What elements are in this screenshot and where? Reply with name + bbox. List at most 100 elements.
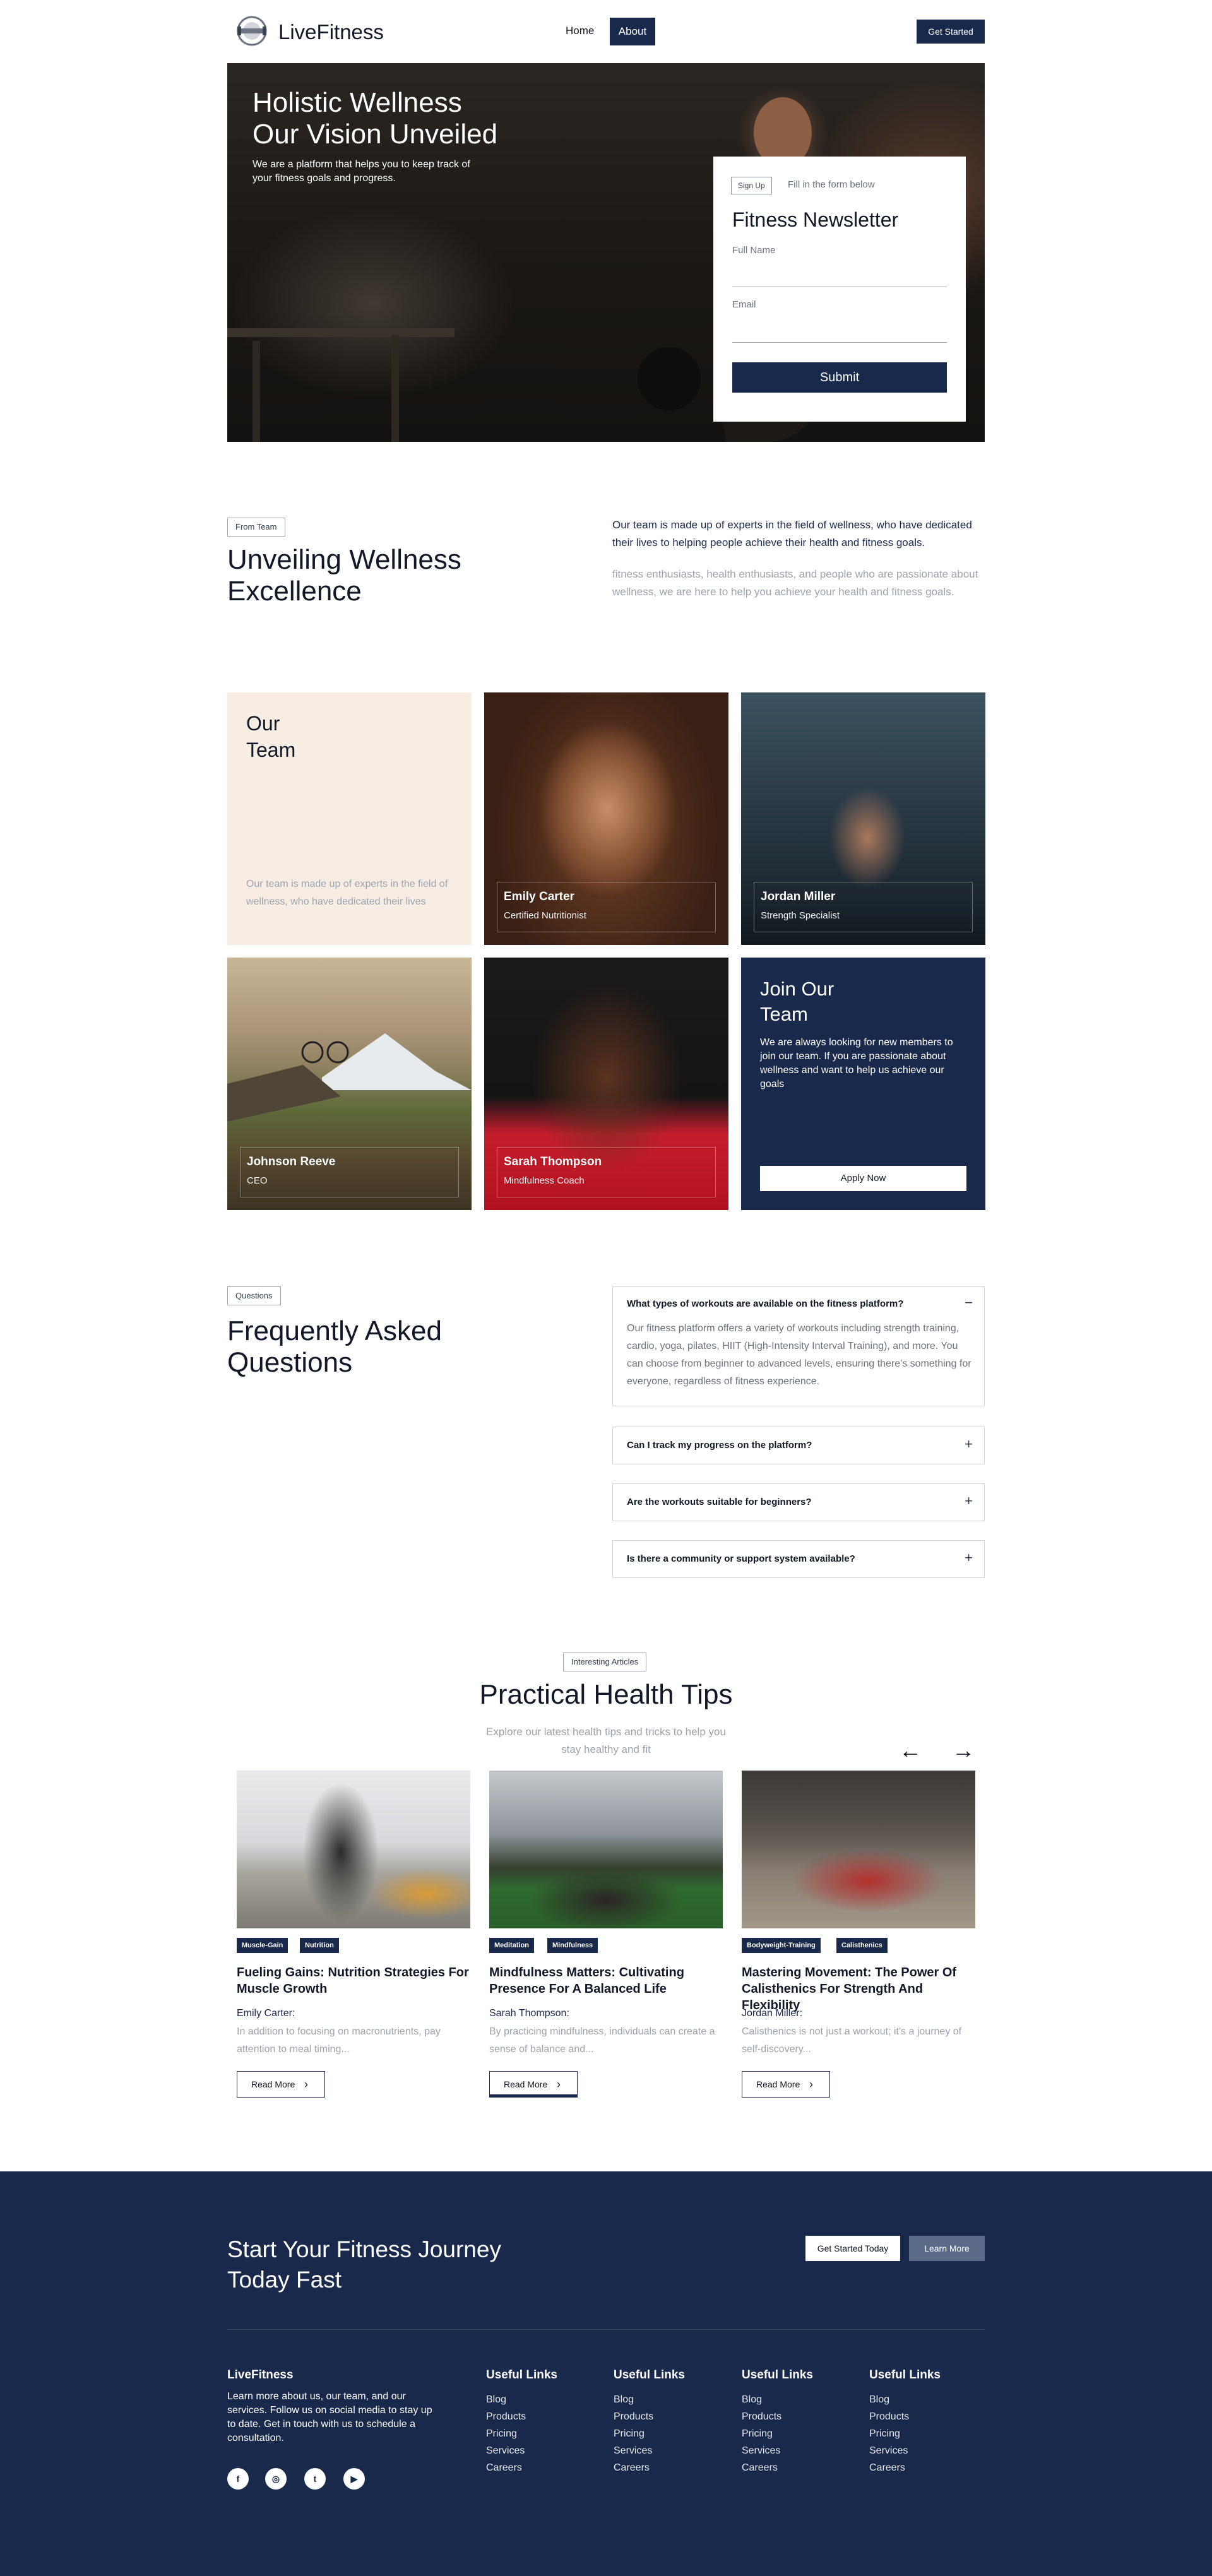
article-tag[interactable]: Bodyweight-Training bbox=[742, 1938, 821, 1953]
footer: Start Your Fitness Journey Today Fast Ge… bbox=[0, 2171, 1212, 2576]
faq-item-expanded[interactable]: What types of workouts are available on … bbox=[612, 1286, 985, 1406]
footer-link-column: Useful Links Blog Products Pricing Servi… bbox=[486, 2368, 593, 2476]
footer-link-careers[interactable]: Careers bbox=[614, 2459, 721, 2476]
footer-link-column: Useful Links Blog Products Pricing Servi… bbox=[614, 2368, 721, 2476]
hero-title: Holistic Wellness Our Vision Unveiled bbox=[252, 87, 530, 150]
article-card[interactable]: Muscle-Gain Nutrition Fueling Gains: Nut… bbox=[237, 1771, 470, 2105]
team-intro-secondary-paragraph: fitness enthusiasts, health enthusiasts,… bbox=[612, 568, 978, 598]
instagram-icon[interactable]: ◎ bbox=[265, 2468, 287, 2490]
form-hint: Fill in the form below bbox=[788, 179, 875, 190]
article-title[interactable]: Mastering Movement: The Power Of Calisth… bbox=[742, 1964, 975, 2014]
footer-link-products[interactable]: Products bbox=[486, 2408, 593, 2425]
footer-link-blog[interactable]: Blog bbox=[614, 2391, 721, 2408]
footer-link-blog[interactable]: Blog bbox=[869, 2391, 977, 2408]
plus-icon[interactable]: + bbox=[965, 1436, 973, 1452]
email-label: Email bbox=[732, 299, 756, 310]
article-tag[interactable]: Meditation bbox=[489, 1938, 534, 1953]
footer-brand-text: Learn more about us, our team, and our s… bbox=[227, 2391, 432, 2443]
facebook-icon[interactable]: f bbox=[227, 2468, 249, 2490]
article-image[interactable] bbox=[742, 1771, 975, 1928]
faq-item[interactable]: Is there a community or support system a… bbox=[612, 1540, 985, 1578]
hero-title-line1: Holistic Wellness bbox=[252, 87, 462, 118]
footer-link-services[interactable]: Services bbox=[742, 2442, 849, 2459]
member-name: Johnson Reeve bbox=[247, 1155, 336, 1168]
footer-link-careers[interactable]: Careers bbox=[869, 2459, 977, 2476]
footer-link-products[interactable]: Products bbox=[742, 2408, 849, 2425]
join-team-text: We are always looking for new members to… bbox=[760, 1037, 953, 1089]
read-more-label: Read More bbox=[251, 2079, 295, 2089]
brand-name[interactable]: LiveFitness bbox=[278, 20, 384, 44]
nav-home-link[interactable]: Home bbox=[556, 18, 604, 44]
faq-question[interactable]: Is there a community or support system a… bbox=[627, 1553, 855, 1564]
hero-title-line2: Our Vision Unveiled bbox=[252, 119, 498, 150]
faq-heading-line2: Questions bbox=[227, 1347, 353, 1378]
member-role: Certified Nutritionist bbox=[504, 910, 586, 921]
article-tag[interactable]: Nutrition bbox=[300, 1938, 339, 1953]
article-tag[interactable]: Mindfulness bbox=[547, 1938, 598, 1953]
footer-link-pricing[interactable]: Pricing bbox=[486, 2425, 593, 2442]
plus-icon[interactable]: + bbox=[965, 1493, 973, 1509]
footer-link-pricing[interactable]: Pricing bbox=[614, 2425, 721, 2442]
article-author: Jordan Miller: bbox=[742, 2008, 803, 2019]
team-member-card[interactable]: Emily Carter Certified Nutritionist bbox=[484, 692, 728, 945]
arrow-left-icon[interactable]: ← bbox=[899, 1737, 922, 1764]
footer-column-title: Useful Links bbox=[486, 2368, 557, 2382]
articles-heading: Practical Health Tips bbox=[479, 1679, 733, 1710]
twitter-icon[interactable]: t bbox=[304, 2468, 326, 2490]
our-team-tile: Our Team Our team is made up of experts … bbox=[227, 692, 472, 945]
team-member-card[interactable]: Sarah Thompson Mindfulness Coach bbox=[484, 958, 728, 1210]
newsletter-form: Sign Up Fill in the form below Fitness N… bbox=[713, 157, 966, 422]
our-team-title: Our Team bbox=[246, 710, 372, 763]
faq-item[interactable]: Are the workouts suitable for beginners?… bbox=[612, 1483, 985, 1521]
footer-link-products[interactable]: Products bbox=[614, 2408, 721, 2425]
footer-link-services[interactable]: Services bbox=[614, 2442, 721, 2459]
read-more-button[interactable]: Read More › bbox=[742, 2071, 830, 2098]
minus-icon[interactable]: − bbox=[965, 1295, 973, 1311]
footer-link-services[interactable]: Services bbox=[486, 2442, 593, 2459]
footer-link-products[interactable]: Products bbox=[869, 2408, 977, 2425]
article-title[interactable]: Mindfulness Matters: Cultivating Presenc… bbox=[489, 1964, 723, 1997]
submit-button[interactable]: Submit bbox=[732, 362, 947, 393]
plus-icon[interactable]: + bbox=[965, 1550, 973, 1566]
article-card[interactable]: Meditation Mindfulness Mindfulness Matte… bbox=[489, 1771, 723, 2105]
read-more-button[interactable]: Read More › bbox=[489, 2071, 578, 2098]
team-member-card[interactable]: Jordan Miller Strength Specialist bbox=[741, 692, 985, 945]
articles-tag: Interesting Articles bbox=[563, 1653, 647, 1671]
footer-link-pricing[interactable]: Pricing bbox=[869, 2425, 977, 2442]
footer-link-services[interactable]: Services bbox=[869, 2442, 977, 2459]
footer-link-blog[interactable]: Blog bbox=[486, 2391, 593, 2408]
our-team-title-line1: Our bbox=[246, 712, 280, 735]
team-intro-heading-line1: Unveiling Wellness bbox=[227, 544, 461, 575]
article-tag[interactable]: Muscle-Gain bbox=[237, 1938, 288, 1953]
footer-link-column: Useful Links Blog Products Pricing Servi… bbox=[742, 2368, 849, 2476]
article-tag[interactable]: Calisthenics bbox=[836, 1938, 888, 1953]
footer-link-blog[interactable]: Blog bbox=[742, 2391, 849, 2408]
article-title[interactable]: Fueling Gains: Nutrition Strategies For … bbox=[237, 1964, 470, 1997]
article-image[interactable] bbox=[489, 1771, 723, 1928]
article-card[interactable]: Bodyweight-Training Calisthenics Masteri… bbox=[742, 1771, 975, 2105]
faq-question[interactable]: What types of workouts are available on … bbox=[627, 1298, 903, 1309]
member-role: Mindfulness Coach bbox=[504, 1175, 585, 1186]
email-input[interactable] bbox=[732, 342, 947, 343]
faq-item[interactable]: Can I track my progress on the platform?… bbox=[612, 1427, 985, 1464]
arrow-right-icon[interactable]: → bbox=[952, 1737, 975, 1764]
footer-link-careers[interactable]: Careers bbox=[742, 2459, 849, 2476]
articles-subtitle: Explore our latest health tips and trick… bbox=[486, 1726, 726, 1755]
our-team-title-line2: Team bbox=[246, 739, 296, 761]
get-started-button[interactable]: Get Started bbox=[917, 20, 985, 44]
nav-about-link[interactable]: About bbox=[610, 18, 655, 45]
team-member-card[interactable]: Johnson Reeve CEO bbox=[227, 958, 472, 1210]
youtube-icon[interactable]: ▶ bbox=[343, 2468, 365, 2490]
footer-link-pricing[interactable]: Pricing bbox=[742, 2425, 849, 2442]
get-started-today-button[interactable]: Get Started Today bbox=[805, 2236, 900, 2261]
team-intro-heading-line2: Excellence bbox=[227, 576, 362, 607]
article-image[interactable] bbox=[237, 1771, 470, 1928]
apply-now-button[interactable]: Apply Now bbox=[760, 1166, 966, 1191]
logo-icon[interactable] bbox=[235, 14, 269, 48]
faq-question[interactable]: Are the workouts suitable for beginners? bbox=[627, 1497, 812, 1507]
read-more-button[interactable]: Read More › bbox=[237, 2071, 325, 2098]
footer-link-careers[interactable]: Careers bbox=[486, 2459, 593, 2476]
member-caption: Sarah Thompson Mindfulness Coach bbox=[497, 1147, 716, 1197]
faq-question[interactable]: Can I track my progress on the platform? bbox=[627, 1440, 812, 1451]
learn-more-button[interactable]: Learn More bbox=[909, 2236, 985, 2261]
